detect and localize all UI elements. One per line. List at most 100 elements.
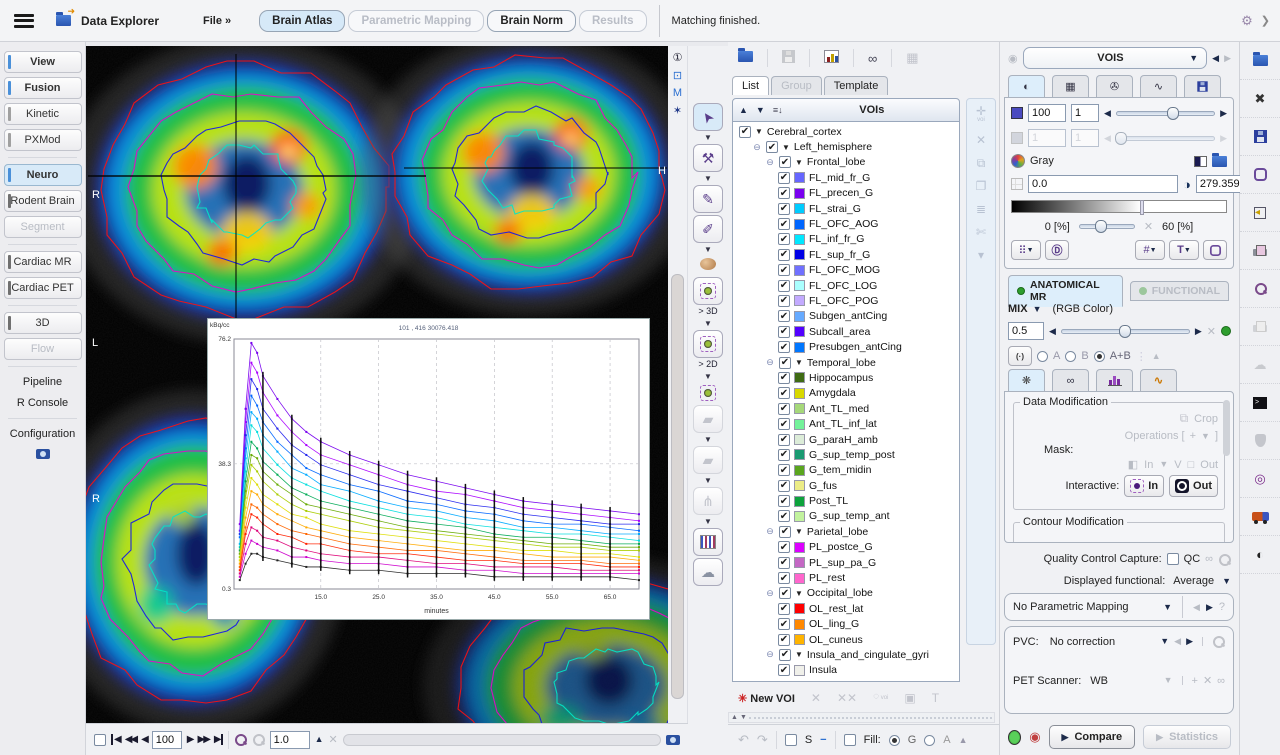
pen-tool-button[interactable]: ✎ bbox=[693, 185, 723, 213]
planes-b-input[interactable] bbox=[1028, 129, 1066, 147]
tree-collapse-icon[interactable]: ▼ bbox=[782, 143, 790, 152]
voi-checkbox[interactable]: ✔ bbox=[778, 618, 790, 630]
reset-percent-icon[interactable]: ✕ bbox=[1144, 220, 1153, 233]
invert-threshold-icon[interactable]: ◑ bbox=[1183, 177, 1191, 192]
plane-b-left-arrow[interactable]: ◀ bbox=[1104, 134, 1111, 143]
qc-capture-icon[interactable] bbox=[1218, 553, 1231, 566]
chevron-down-icon[interactable]: ▼ bbox=[704, 133, 712, 142]
voi-checkbox[interactable]: ✔ bbox=[778, 557, 790, 569]
last-frame-button[interactable]: ▶ bbox=[214, 734, 223, 745]
shield-button[interactable] bbox=[1240, 422, 1280, 460]
tree-row[interactable]: ✔Insula bbox=[733, 663, 959, 678]
texture-tool-button[interactable] bbox=[693, 528, 723, 556]
header-tab-brain-atlas[interactable]: Brain Atlas bbox=[259, 10, 345, 32]
tree-collapse-icon[interactable]: ▼ bbox=[795, 527, 803, 536]
tree-expander-icon[interactable]: ⊖ bbox=[765, 357, 775, 368]
chevron-down-icon[interactable]: ▼ bbox=[704, 174, 712, 183]
tree-row[interactable]: ✔Subcall_area bbox=[733, 324, 959, 339]
tree-row[interactable]: ✔G_sup_temp_ant bbox=[733, 509, 959, 524]
delete-all-contours-button[interactable]: ✕✕ bbox=[837, 691, 857, 705]
mask-in-dropdown[interactable]: ▼ bbox=[1159, 460, 1168, 469]
brush-tool-button[interactable]: ✐ bbox=[693, 215, 723, 243]
qc-checkbox[interactable] bbox=[1167, 553, 1179, 565]
tree-row[interactable]: ✔▼Cerebral_cortex bbox=[733, 124, 959, 139]
pvc-value[interactable]: No correction bbox=[1050, 636, 1156, 648]
plane-left-arrow[interactable]: ◀ bbox=[1104, 109, 1111, 118]
close-button[interactable]: ✖ bbox=[1240, 80, 1280, 118]
header-tab-results[interactable]: Results bbox=[579, 10, 647, 32]
spot-icon[interactable]: ✶ bbox=[668, 104, 687, 117]
pvc-dropdown-icon[interactable]: ▼ bbox=[1160, 637, 1169, 646]
sidebar-item-flow[interactable]: Flow bbox=[4, 338, 82, 360]
tab-tools[interactable]: ✇ bbox=[1096, 75, 1133, 97]
file-menu[interactable]: File » bbox=[203, 15, 231, 27]
lut-gradient-bar[interactable] bbox=[1011, 200, 1227, 213]
ab-collapse-icon[interactable]: ▲ bbox=[1152, 352, 1161, 361]
sidebar-item-view[interactable]: View bbox=[4, 51, 82, 73]
voi-checkbox[interactable]: ✔ bbox=[778, 480, 790, 492]
voi-checkbox[interactable]: ✔ bbox=[778, 233, 790, 245]
interactive-out-button[interactable]: Out bbox=[1169, 475, 1218, 497]
voi-checkbox[interactable]: ✔ bbox=[778, 510, 790, 522]
tab-data-modification[interactable]: ❋ bbox=[1008, 369, 1045, 391]
mix-reset-icon[interactable]: ✕ bbox=[1207, 325, 1216, 338]
transform-tool-button[interactable]: ⚒ bbox=[693, 144, 723, 172]
tab-signal[interactable]: ∿ bbox=[1140, 75, 1177, 97]
export-button[interactable] bbox=[1240, 194, 1280, 232]
pvc-next-icon[interactable]: ▶ bbox=[1186, 637, 1193, 646]
colormap-icon[interactable] bbox=[1011, 154, 1025, 168]
voi-statistics-button[interactable] bbox=[824, 50, 839, 66]
lower-threshold-input[interactable] bbox=[1028, 175, 1178, 193]
page-prev-icon[interactable]: ◀ bbox=[1212, 54, 1219, 63]
sidebar-item-3d[interactable]: 3D bbox=[4, 312, 82, 334]
mix-value-input[interactable] bbox=[1008, 322, 1044, 340]
tree-row[interactable]: ✔G_sup_temp_post bbox=[733, 447, 959, 462]
voi-checkbox[interactable]: ✔ bbox=[778, 449, 790, 461]
voi-checkbox[interactable]: ✔ bbox=[779, 649, 791, 661]
sidebar-item-pxmod[interactable]: PXMod bbox=[4, 129, 82, 151]
scanner-dropdown-icon[interactable]: ▼ bbox=[1164, 676, 1173, 685]
plane-b-slider[interactable] bbox=[1116, 136, 1215, 141]
rounded-view-button[interactable] bbox=[1203, 240, 1227, 260]
sidebar-link-r-console[interactable]: R Console bbox=[0, 397, 85, 409]
first-frame-button[interactable]: ◀ bbox=[111, 734, 120, 745]
sidebar-item-fusion[interactable]: Fusion bbox=[4, 77, 82, 99]
voi-checkbox[interactable]: ✔ bbox=[779, 357, 791, 369]
planes-input[interactable] bbox=[1028, 104, 1066, 122]
tree-expander-icon[interactable]: ⊖ bbox=[752, 142, 762, 153]
target-icon[interactable]: ◉ bbox=[1029, 729, 1040, 745]
tree-row[interactable]: ✔PL_rest bbox=[733, 570, 959, 585]
sidebar-item-segment[interactable]: Segment bbox=[4, 216, 82, 238]
voi-checkbox[interactable]: ✔ bbox=[778, 264, 790, 276]
tree-row[interactable]: ✔PL_sup_pa_G bbox=[733, 555, 959, 570]
mix-right-arrow[interactable]: ▶ bbox=[1195, 327, 1202, 336]
tree-collapse-icon[interactable]: ▼ bbox=[755, 127, 763, 136]
fill-checkbox[interactable] bbox=[844, 734, 856, 746]
sidebar-item-kinetic[interactable]: Kinetic bbox=[4, 103, 82, 125]
tree-collapse-icon[interactable]: ▼ bbox=[795, 650, 803, 659]
display-d-button[interactable]: Ⓓ bbox=[1045, 240, 1069, 260]
console-button[interactable]: > bbox=[1240, 384, 1280, 422]
sphere-seed-icon[interactable] bbox=[700, 258, 716, 273]
step-b-input[interactable] bbox=[1071, 129, 1099, 147]
data-explorer-icon[interactable] bbox=[56, 15, 71, 26]
voi-checkbox[interactable]: ✔ bbox=[778, 634, 790, 646]
load-button[interactable] bbox=[1240, 42, 1280, 80]
print-3d-button[interactable] bbox=[1240, 308, 1280, 346]
processing-scrollbar[interactable] bbox=[1223, 400, 1230, 456]
reset-zoom-icon[interactable]: ✕ bbox=[329, 733, 338, 746]
parametric-mapping-value[interactable]: No Parametric Mapping bbox=[1013, 601, 1157, 613]
invert-lut-icon[interactable] bbox=[1194, 156, 1207, 167]
voi-checkbox[interactable]: ✔ bbox=[778, 434, 790, 446]
tree-row[interactable]: ✔FL_OFC_POG bbox=[733, 293, 959, 308]
sidebar-link-pipeline[interactable]: Pipeline bbox=[0, 376, 85, 388]
tab-link[interactable]: ∞ bbox=[1052, 369, 1089, 391]
link-voi-button[interactable]: ∞ bbox=[868, 51, 877, 66]
tree-row[interactable]: ✔PL_postce_G bbox=[733, 540, 959, 555]
move-voi-button[interactable]: ✛voi bbox=[976, 105, 986, 123]
roi-sphere-button[interactable] bbox=[700, 385, 716, 401]
header-tab-parametric-mapping[interactable]: Parametric Mapping bbox=[348, 10, 484, 32]
fusion-tab-functional[interactable]: FUNCTIONAL bbox=[1130, 281, 1229, 301]
tree-row[interactable]: ✔Ant_TL_inf_lat bbox=[733, 416, 959, 431]
transport-button[interactable] bbox=[1240, 498, 1280, 536]
